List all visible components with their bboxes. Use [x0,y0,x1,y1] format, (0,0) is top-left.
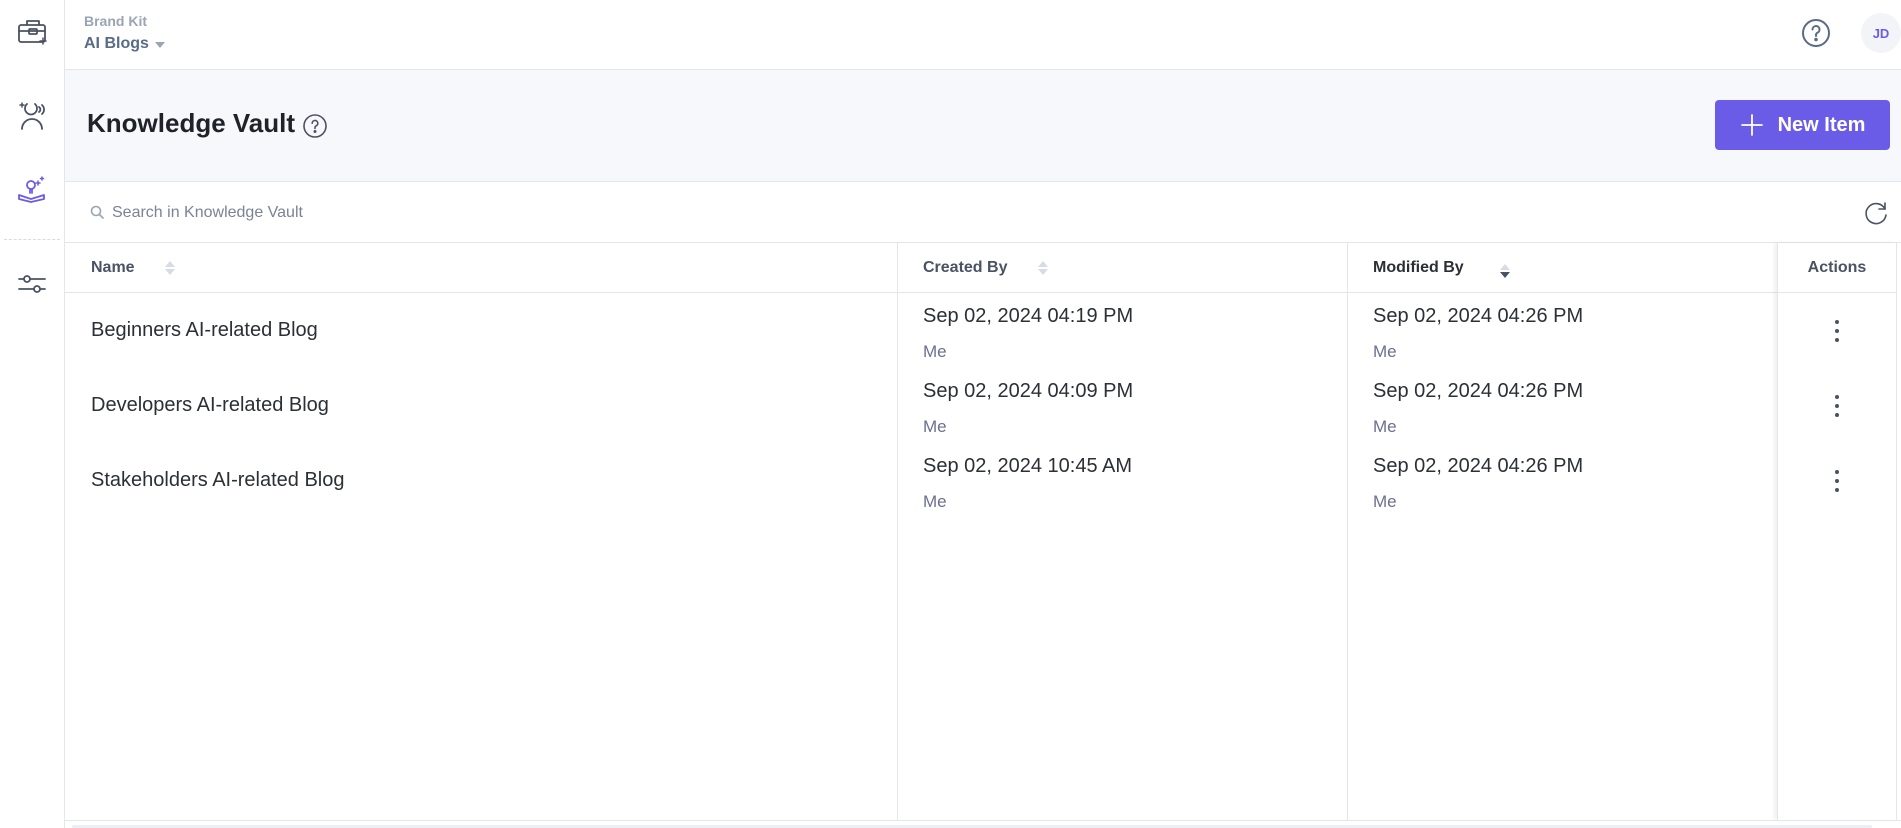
new-item-button[interactable]: New Item [1715,100,1890,150]
table-row-actions [1778,443,1896,518]
table-row-modified: Sep 02, 2024 04:26 PM Me [1348,443,1777,518]
modified-date: Sep 02, 2024 04:26 PM [1373,455,1584,477]
modified-by-user: Me [1373,417,1397,436]
knowledge-table: Name Beginners AI-related Blog Developer… [65,243,1901,820]
search-icon [90,205,104,219]
table-row-created: Sep 02, 2024 04:19 PM Me [898,293,1347,368]
more-vertical-icon[interactable] [1827,314,1847,348]
column-header-modified-by[interactable]: Modified By [1348,243,1777,293]
sort-desc-icon[interactable] [1499,263,1510,278]
sort-icon[interactable] [164,260,175,275]
modified-by-user: Me [1373,342,1397,361]
table-row-actions [1778,293,1896,368]
table-row-actions [1778,368,1896,443]
rail-item-settings[interactable] [0,259,65,309]
search-input[interactable] [112,198,712,228]
refresh-icon[interactable] [1861,198,1891,228]
persona-voice-icon [18,102,45,130]
caret-down-icon [154,42,165,48]
item-name: Stakeholders AI-related Blog [91,469,345,491]
created-date: Sep 02, 2024 04:19 PM [923,305,1134,327]
search-bar [65,182,1901,243]
more-vertical-icon[interactable] [1827,464,1847,498]
modified-date: Sep 02, 2024 04:26 PM [1373,380,1584,402]
table-row-modified: Sep 02, 2024 04:26 PM Me [1348,293,1777,368]
column-header-name[interactable]: Name [65,243,897,293]
table-row-name[interactable]: Stakeholders AI-related Blog [65,443,897,518]
modified-date: Sep 02, 2024 04:26 PM [1373,305,1584,327]
plus-icon [1740,114,1763,136]
sliders-icon [17,275,46,293]
sort-icon[interactable] [1038,260,1049,275]
brand-kit-value: AI Blogs [84,35,149,52]
book-lightbulb-sparkle-icon [17,176,45,203]
column-header-label: Modified By [1373,258,1464,276]
table-row-modified: Sep 02, 2024 04:26 PM Me [1348,368,1777,443]
column-name: Name Beginners AI-related Blog Developer… [65,243,897,820]
top-bar: Brand Kit AI Blogs JD [65,0,1901,70]
rail-divider [4,239,60,240]
help-circle-icon[interactable] [302,113,328,139]
rail-item-brand-kit[interactable] [0,7,65,57]
page-title: Knowledge Vault [87,108,296,138]
table-row-name[interactable]: Developers AI-related Blog [65,368,897,443]
brand-kit-selector[interactable]: AI Blogs [84,35,165,53]
column-header-label: Actions [1807,258,1867,276]
rail-item-persona[interactable] [0,90,65,140]
table-row-created: Sep 02, 2024 04:09 PM Me [898,368,1347,443]
question-circle-icon[interactable] [1800,17,1832,49]
created-by-user: Me [923,342,947,361]
column-created-by: Created By Sep 02, 2024 04:19 PM Me Sep … [897,243,1347,820]
column-modified-by: Modified By Sep 02, 2024 04:26 PM Me Sep… [1347,243,1777,820]
page-header: Knowledge Vault New Item [65,70,1901,182]
created-date: Sep 02, 2024 10:45 AM [923,455,1133,477]
user-avatar[interactable]: JD [1861,13,1901,53]
table-row-name[interactable]: Beginners AI-related Blog [65,293,897,368]
table-bottom-border [65,820,1901,821]
created-by-user: Me [923,492,947,511]
table-row-created: Sep 02, 2024 10:45 AM Me [898,443,1347,518]
rail-item-knowledge-vault[interactable] [0,163,65,213]
toolbox-sparkle-icon [17,20,47,45]
column-header-actions: Actions [1778,243,1896,293]
left-rail [0,0,65,828]
new-item-label: New Item [1777,113,1866,136]
created-by-user: Me [923,417,947,436]
column-actions: Actions [1777,243,1897,820]
item-name: Beginners AI-related Blog [91,319,318,341]
column-header-label: Name [91,258,135,276]
column-header-created-by[interactable]: Created By [898,243,1347,293]
column-header-label: Created By [923,258,1008,276]
item-name: Developers AI-related Blog [91,394,329,416]
more-vertical-icon[interactable] [1827,389,1847,423]
brand-kit-label: Brand Kit [84,13,147,29]
created-date: Sep 02, 2024 04:09 PM [923,380,1134,402]
app-root: Brand Kit AI Blogs JD Knowledge Vault Ne… [0,0,1901,828]
modified-by-user: Me [1373,492,1397,511]
